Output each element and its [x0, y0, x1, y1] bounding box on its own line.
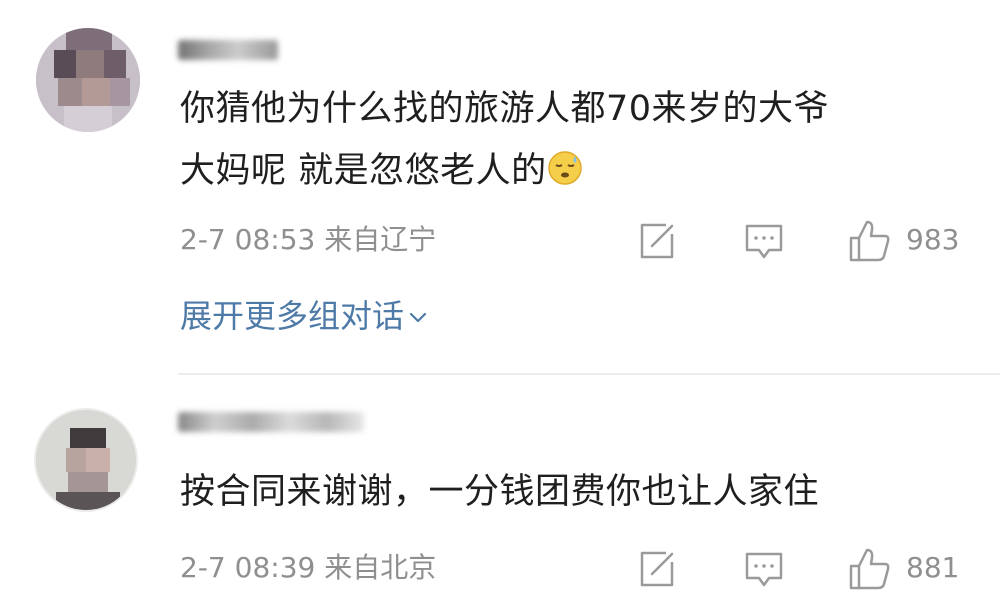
comment-item: 按合同来谢谢，一分钱团费你也让人家住 2-7 08:39 来自北京 881 [0, 376, 1000, 612]
comment-text: 按合同来谢谢，一分钱团费你也让人家住 [180, 472, 820, 512]
sweat-face-emoji-icon [547, 144, 583, 206]
like-count: 983 [906, 223, 960, 256]
repost-icon[interactable] [636, 220, 678, 262]
thumbs-up-icon[interactable] [847, 546, 893, 592]
comment-time: 2-7 08:39 [180, 551, 316, 584]
comment-text-line-2-text: 大妈呢 就是忽悠老人的 [180, 151, 547, 191]
comment-text-line-2: 大妈呢 就是忽悠老人的 [180, 140, 829, 206]
avatar[interactable] [34, 408, 138, 512]
comment-location: 来自辽宁 [324, 223, 437, 256]
comment-meta: 2-7 08:53 来自辽宁 983 [0, 218, 1000, 262]
comment-divider [178, 373, 1000, 375]
thumbs-up-icon[interactable] [847, 218, 893, 264]
comment-time: 2-7 08:53 [180, 223, 316, 256]
username-blurred[interactable] [178, 40, 278, 60]
comment-icon[interactable] [743, 548, 785, 590]
comment-meta: 2-7 08:39 来自北京 881 [0, 546, 1000, 590]
username-blurred[interactable] [178, 412, 364, 432]
avatar[interactable] [36, 28, 140, 132]
repost-icon[interactable] [636, 548, 678, 590]
comment-time-location: 2-7 08:53 来自辽宁 [180, 218, 436, 262]
comment-icon[interactable] [743, 220, 785, 262]
comment-text: 你猜他为什么找的旅游人都70来岁的大爷 大妈呢 就是忽悠老人的 [180, 78, 829, 206]
expand-conversation-link[interactable]: 展开更多组对话 [180, 286, 430, 348]
comment-location: 来自北京 [324, 551, 437, 584]
expand-conversation-label: 展开更多组对话 [180, 297, 405, 335]
comment-item: 你猜他为什么找的旅游人都70来岁的大爷 大妈呢 就是忽悠老人的 2-7 08:5… [0, 0, 1000, 372]
comment-time-location: 2-7 08:39 来自北京 [180, 546, 436, 590]
comment-text-line-1: 你猜他为什么找的旅游人都70来岁的大爷 [180, 89, 830, 129]
like-count: 881 [906, 551, 960, 584]
chevron-down-icon [406, 288, 430, 348]
